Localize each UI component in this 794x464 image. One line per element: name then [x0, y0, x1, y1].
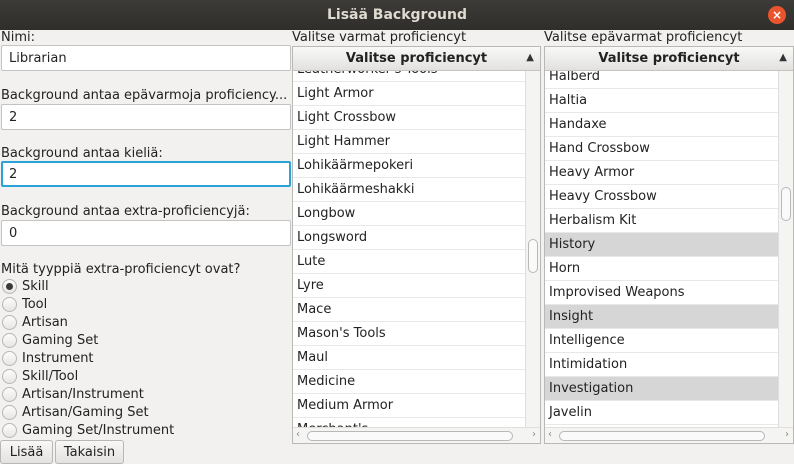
table-row[interactable]: Lyre — [293, 274, 527, 298]
extra-count-field[interactable] — [1, 220, 291, 246]
chevron-right-icon[interactable]: › — [532, 429, 536, 440]
radio-label: Artisan — [22, 314, 68, 330]
table-row[interactable]: Haltia — [545, 89, 779, 113]
certain-rows-viewport: Leatherworker's ToolsLight ArmorLight Cr… — [293, 71, 527, 427]
radio-button[interactable] — [2, 404, 17, 420]
radio-button[interactable] — [2, 386, 17, 402]
table-row[interactable]: Intimidation — [545, 353, 779, 377]
uncertain-list-caption: Valitse epävarmat proficiencyt — [544, 30, 743, 45]
table-row[interactable]: History — [545, 233, 779, 257]
radio-label: Gaming Set/Instrument — [22, 422, 175, 438]
close-icon[interactable]: × — [768, 6, 786, 24]
table-row[interactable]: Insight — [545, 305, 779, 329]
table-row[interactable]: Intelligence — [545, 329, 779, 353]
uncertain-table-header[interactable]: Valitse proficiencyt ▲ — [545, 47, 793, 71]
table-row[interactable]: Light Crossbow — [293, 106, 527, 130]
radio-option[interactable]: Skill — [2, 277, 49, 295]
uncertain-horizontal-scroll-thumb[interactable] — [559, 431, 765, 441]
table-row[interactable]: Improvised Weapons — [545, 281, 779, 305]
table-row[interactable]: Handaxe — [545, 113, 779, 137]
radio-option[interactable]: Skill/Tool — [2, 367, 78, 385]
uncertain-horizontal-scrollbar[interactable]: ‹ › — [545, 427, 793, 443]
table-row[interactable]: Halberd — [545, 71, 779, 89]
table-row[interactable]: Maul — [293, 346, 527, 370]
sort-ascending-icon: ▲ — [779, 52, 787, 63]
radio-button[interactable] — [2, 332, 17, 348]
table-row[interactable]: Investigation — [545, 377, 779, 401]
radio-label: Gaming Set — [22, 332, 99, 348]
radio-option[interactable]: Instrument — [2, 349, 94, 367]
radio-label: Skill — [22, 278, 49, 294]
table-row[interactable]: Leatherworker's Tools — [293, 71, 527, 82]
radio-label: Instrument — [22, 350, 94, 366]
table-row[interactable]: Light Hammer — [293, 130, 527, 154]
table-row[interactable]: Lohikäärmeshakki — [293, 178, 527, 202]
radio-option[interactable]: Gaming Set/Instrument — [2, 421, 174, 439]
extra-count-label: Background antaa extra-proficiencyjä: — [1, 204, 250, 219]
certain-horizontal-scrollbar[interactable]: ‹ › — [293, 427, 540, 443]
certain-vertical-scroll-thumb[interactable] — [528, 239, 538, 273]
table-row[interactable]: Heavy Armor — [545, 161, 779, 185]
certain-list-caption: Valitse varmat proficiencyt — [292, 30, 467, 45]
table-row[interactable]: Longsword — [293, 226, 527, 250]
radio-option[interactable]: Artisan/Instrument — [2, 385, 144, 403]
uncertain-vertical-scrollbar[interactable] — [778, 71, 793, 427]
radio-button[interactable] — [2, 350, 17, 366]
radio-option[interactable]: Tool — [2, 295, 47, 313]
chevron-left-icon[interactable]: ‹ — [296, 429, 300, 440]
table-row[interactable]: Lohikäärmepokeri — [293, 154, 527, 178]
uncertain-rows: Halberd Haltia Handaxe Hand Crossbow Heavy A… — [545, 71, 779, 425]
certain-proficiency-table[interactable]: Valitse proficiencyt ▲ Leatherworker's T… — [292, 46, 541, 444]
radio-button[interactable] — [2, 422, 17, 438]
table-row[interactable]: Herbalism Kit — [545, 209, 779, 233]
radio-option[interactable]: Gaming Set — [2, 331, 98, 349]
radio-label: Tool — [22, 296, 48, 312]
name-label: Nimi: — [1, 30, 35, 45]
add-button[interactable]: Lisää — [0, 440, 53, 464]
window-title: Lisää Background — [326, 7, 468, 23]
certain-rows: Leatherworker's ToolsLight ArmorLight Cr… — [293, 71, 527, 427]
table-row[interactable]: Mason's Tools — [293, 322, 527, 346]
certain-vertical-scrollbar[interactable] — [525, 71, 540, 427]
table-row[interactable]: Lute — [293, 250, 527, 274]
table-row[interactable]: Medicine — [293, 370, 527, 394]
uncertain-table-header-label: Valitse proficiencyt — [598, 51, 740, 66]
languages-field[interactable] — [1, 161, 291, 187]
table-row[interactable]: Heavy Crossbow — [545, 185, 779, 209]
table-row[interactable]: Merchant's... — [293, 418, 527, 427]
sort-ascending-icon: ▲ — [526, 52, 534, 63]
table-row[interactable]: Javelin — [545, 401, 779, 425]
languages-label: Background antaa kieliä: — [1, 146, 163, 161]
table-row[interactable]: Mace — [293, 298, 527, 322]
table-row[interactable]: Hand Crossbow — [545, 137, 779, 161]
table-row[interactable]: Horn — [545, 257, 779, 281]
radio-button[interactable] — [2, 296, 17, 312]
extra-type-question: Mitä tyyppiä extra-proficiencyt ovat? — [1, 262, 241, 277]
radio-label: Skill/Tool — [22, 368, 79, 384]
name-field[interactable] — [1, 45, 291, 71]
window-titlebar: Lisää Background × — [0, 0, 794, 30]
uncertain-vertical-scroll-thumb[interactable] — [781, 187, 791, 221]
certain-table-header-label: Valitse proficiencyt — [345, 51, 488, 66]
radio-option[interactable]: Artisan/Gaming Set — [2, 403, 149, 421]
uncertain-proficiency-table[interactable]: Valitse proficiencyt ▲ Halberd Haltia Hand… — [544, 46, 794, 444]
back-button[interactable]: Takaisin — [55, 440, 124, 464]
radio-option[interactable]: Artisan — [2, 313, 68, 331]
radio-button[interactable] — [2, 314, 17, 330]
chevron-right-icon[interactable]: › — [785, 429, 789, 440]
uncertain-rows-viewport: Halberd Haltia Handaxe Hand Crossbow Heavy A… — [545, 71, 779, 427]
radio-button[interactable] — [2, 368, 17, 384]
table-row[interactable]: Light Armor — [293, 82, 527, 106]
uncertain-count-label: Background antaa epävarmoja proficiency.… — [1, 88, 288, 103]
certain-horizontal-scroll-thumb[interactable] — [307, 431, 513, 441]
certain-table-header[interactable]: Valitse proficiencyt ▲ — [293, 47, 540, 71]
table-row[interactable]: Medium Armor — [293, 394, 527, 418]
radio-label: Artisan/Instrument — [22, 386, 144, 402]
table-row[interactable]: Longbow — [293, 202, 527, 226]
uncertain-count-field[interactable] — [1, 104, 291, 130]
radio-label: Artisan/Gaming Set — [22, 404, 149, 420]
radio-button[interactable] — [2, 278, 17, 294]
chevron-left-icon[interactable]: ‹ — [548, 429, 552, 440]
